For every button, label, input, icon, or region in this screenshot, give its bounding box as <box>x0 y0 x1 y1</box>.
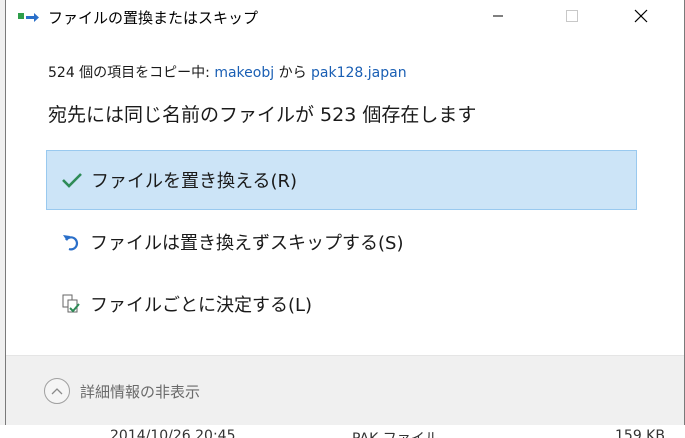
compare-files-icon <box>60 293 82 315</box>
copy-count-text: 524 個の項目をコピー中: <box>48 65 215 81</box>
title-bar[interactable]: ファイルの置換またはスキップ <box>6 0 684 34</box>
hide-details-button[interactable]: 詳細情報の非表示 <box>44 378 200 404</box>
minimize-button[interactable] <box>475 0 521 32</box>
dialog-footer: 詳細情報の非表示 <box>6 356 684 425</box>
decide-each-file-label: ファイルごとに決定する(L) <box>90 295 313 316</box>
minimize-icon <box>493 15 503 17</box>
file-type: PAK ファイル <box>352 428 439 438</box>
copy-status-text: 524 個の項目をコピー中: makeobj から pak128.japan <box>48 62 407 82</box>
decide-each-file-option[interactable]: ファイルごとに決定する(L) <box>46 274 637 334</box>
replace-files-option[interactable]: ファイルを置き換える(R) <box>46 150 637 210</box>
file-transfer-icon <box>18 9 40 25</box>
source-folder-link[interactable]: makeobj <box>214 65 274 81</box>
check-icon <box>61 169 83 191</box>
hide-details-label: 詳細情報の非表示 <box>80 382 201 401</box>
destination-folder-link[interactable]: pak128.japan <box>311 65 407 81</box>
replace-files-label: ファイルを置き換える(R) <box>91 171 298 192</box>
skip-files-option[interactable]: ファイルは置き換えずスキップする(S) <box>46 212 637 272</box>
copy-from-text: から <box>274 65 312 81</box>
maximize-button[interactable] <box>549 0 595 32</box>
close-icon <box>634 9 648 23</box>
close-button[interactable] <box>618 0 664 32</box>
background-file-row: 2014/10/26 20:45 PAK ファイル 159 KB <box>0 425 685 438</box>
window-title: ファイルの置換またはスキップ <box>48 9 259 27</box>
chevron-up-icon <box>44 378 70 404</box>
skip-files-label: ファイルは置き換えずスキップする(S) <box>90 233 404 254</box>
maximize-icon <box>566 10 578 22</box>
file-date: 2014/10/26 20:45 <box>110 428 236 438</box>
file-size: 159 KB <box>615 428 665 438</box>
skip-arrow-icon <box>60 231 82 253</box>
conflict-heading: 宛先には同じ名前のファイルが 523 個存在します <box>48 104 477 126</box>
replace-skip-dialog: ファイルの置換またはスキップ 524 個の項目をコピー中: makeobj から… <box>5 0 685 425</box>
